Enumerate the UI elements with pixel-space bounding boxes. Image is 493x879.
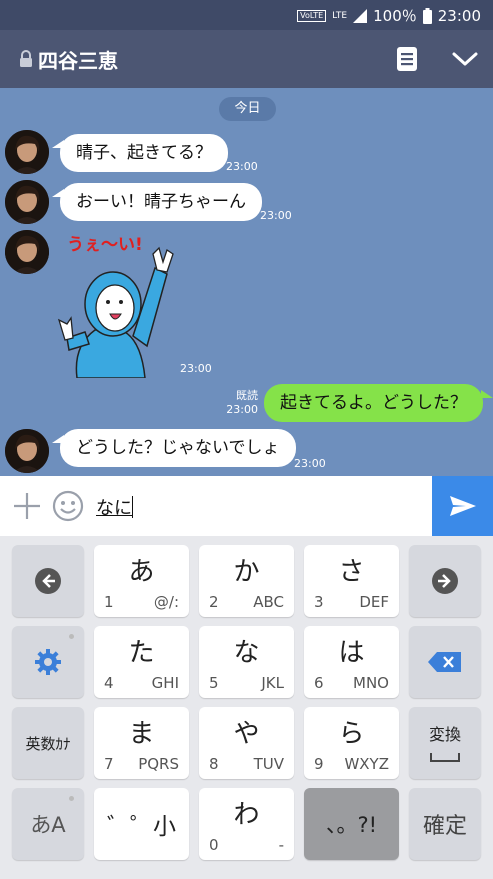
send-icon: [450, 496, 476, 516]
key-ta[interactable]: た 4 GHI: [94, 626, 189, 698]
note-icon[interactable]: [396, 46, 418, 72]
key-ma[interactable]: ま 7 PQRS: [94, 707, 189, 779]
sticker-message[interactable]: うぇ〜い!: [55, 228, 180, 379]
key-ka[interactable]: か 2 ABC: [199, 545, 294, 617]
cursor-right-key[interactable]: [409, 545, 481, 617]
settings-key[interactable]: [12, 626, 84, 698]
avatar[interactable]: [5, 230, 49, 274]
clock: 23:00: [437, 6, 481, 25]
kana-mode-key[interactable]: あA: [12, 788, 84, 860]
arrow-left-icon: [35, 568, 61, 594]
key-ra[interactable]: ら 9 WXYZ: [304, 707, 399, 779]
chat-area[interactable]: 今日 晴子、起きてる？ 23:00 おーい！晴子ちゃーん 23:00 うぇ〜い!: [0, 88, 493, 476]
confirm-key[interactable]: 確定: [409, 788, 481, 860]
backspace-key[interactable]: [409, 626, 481, 698]
status-bar: VoLTE LTE 100％ 23:00: [0, 0, 493, 30]
avatar[interactable]: [5, 429, 49, 473]
date-separator: 今日: [219, 97, 276, 121]
arrow-right-icon: [432, 568, 458, 594]
my-message-bubble[interactable]: 起きてるよ。どうした？: [264, 384, 493, 422]
key-ya[interactable]: や 8 TUV: [199, 707, 294, 779]
plus-icon[interactable]: [12, 491, 42, 521]
message-time: 23:00: [180, 362, 212, 375]
key-wa[interactable]: わ 0 -: [199, 788, 294, 860]
battery-percent: 100％: [373, 7, 417, 25]
chat-title: 四谷三恵: [38, 49, 118, 73]
avatar[interactable]: [5, 180, 49, 224]
key-na[interactable]: な 5 JKL: [199, 626, 294, 698]
key-dakuten-small[interactable]: ゛゜小: [94, 788, 189, 860]
backspace-icon: [428, 652, 461, 672]
message-bubble[interactable]: おーい！晴子ちゃーん: [52, 183, 262, 221]
send-button[interactable]: [432, 476, 493, 536]
volte-indicator: VoLTE: [297, 9, 327, 22]
cursor-left-key[interactable]: [12, 545, 84, 617]
gear-icon: [35, 649, 61, 675]
message-time: 23:00: [260, 209, 292, 222]
chevron-down-icon[interactable]: [450, 48, 480, 70]
key-ha[interactable]: は 6 MNO: [304, 626, 399, 698]
read-receipt: 既読 23:00: [226, 389, 258, 416]
key-a[interactable]: あ 1 @/:: [94, 545, 189, 617]
keyboard: 英数ｶﾅ あA あ 1 @/: か 2 ABC さ 3 DEF た 4 GHI …: [0, 536, 493, 879]
message-input-bar: なに: [0, 476, 493, 536]
lte-indicator: LTE: [332, 10, 348, 21]
message-bubble[interactable]: 晴子、起きてる？: [52, 134, 228, 172]
lock-icon: [20, 50, 32, 67]
message-time: 23:00: [294, 457, 326, 470]
key-sa[interactable]: さ 3 DEF: [304, 545, 399, 617]
message-bubble[interactable]: どうした？じゃないでしょ: [52, 429, 296, 467]
battery-icon: [422, 7, 432, 24]
chat-header: 四谷三恵: [0, 30, 493, 88]
sticker-image: うぇ〜い!: [57, 235, 174, 379]
avatar[interactable]: [5, 130, 49, 174]
text-caret: [132, 496, 133, 518]
key-punctuation[interactable]: 、。?!: [304, 788, 399, 860]
alphanumeric-key[interactable]: 英数ｶﾅ: [12, 707, 84, 779]
space-icon: [430, 753, 460, 762]
emoji-icon[interactable]: [52, 490, 84, 522]
convert-key[interactable]: 変換: [409, 707, 481, 779]
message-time: 23:00: [226, 160, 258, 173]
sticker-caption: うぇ〜い!: [67, 235, 143, 255]
signal-icon: [353, 8, 368, 23]
message-input[interactable]: なに: [96, 494, 132, 520]
